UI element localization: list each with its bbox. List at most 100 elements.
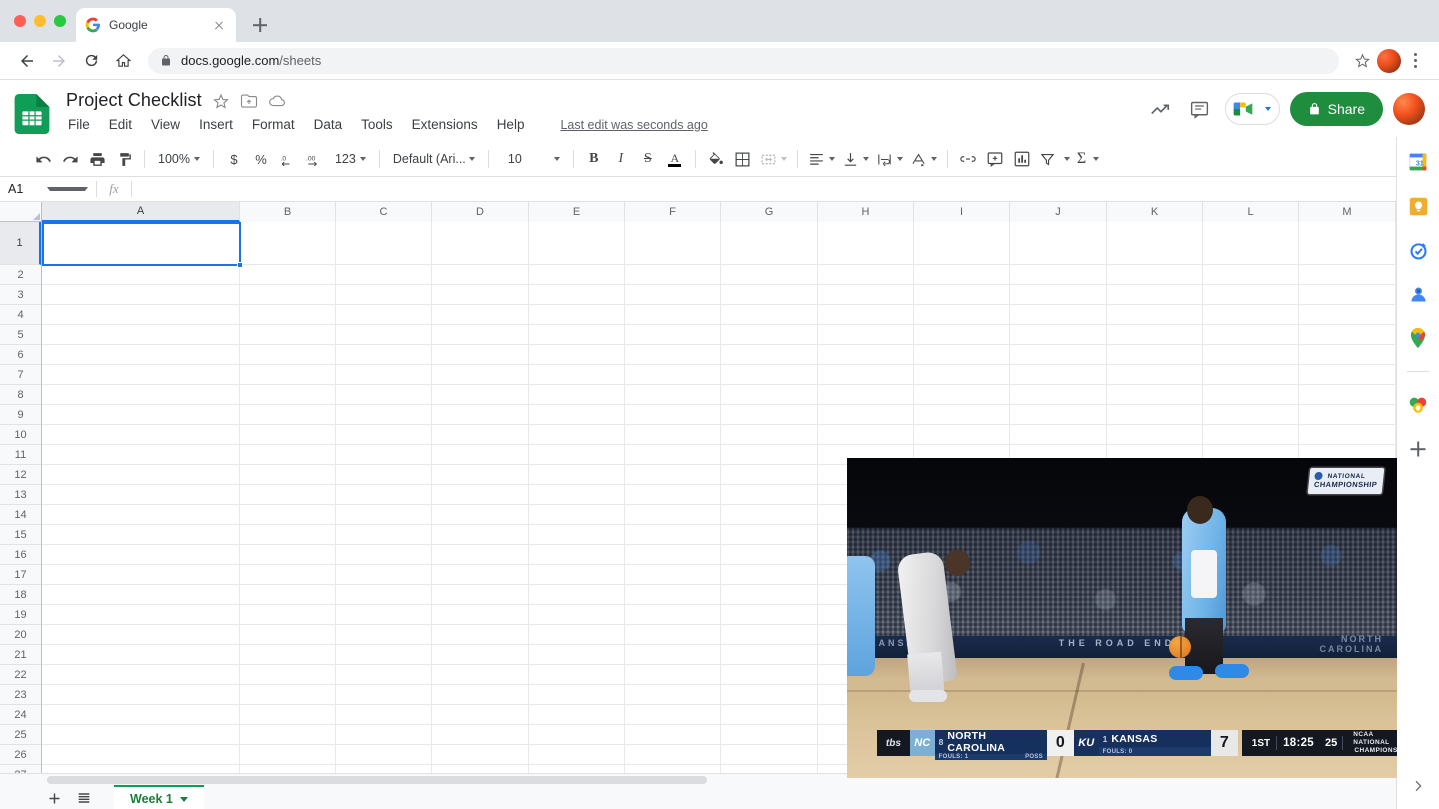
cell-E2[interactable] bbox=[529, 265, 625, 285]
cell-C6[interactable] bbox=[336, 345, 432, 365]
cell-G6[interactable] bbox=[721, 345, 818, 365]
cell-J10[interactable] bbox=[1010, 425, 1107, 445]
cell-E20[interactable] bbox=[529, 625, 625, 645]
font-family-select[interactable]: Default (Ari... bbox=[387, 146, 481, 172]
menu-format[interactable]: Format bbox=[250, 116, 297, 133]
cell-C7[interactable] bbox=[336, 365, 432, 385]
video-overlay-player[interactable]: KANSAS THE ROAD ENDS NORTHCAROLINA NATIO… bbox=[847, 458, 1397, 778]
column-header-J[interactable]: J bbox=[1010, 202, 1107, 222]
sheet-tab-week-1[interactable]: Week 1 bbox=[114, 785, 204, 809]
cell-I10[interactable] bbox=[914, 425, 1010, 445]
cell-G15[interactable] bbox=[721, 525, 818, 545]
cell-B18[interactable] bbox=[240, 585, 336, 605]
cell-F19[interactable] bbox=[625, 605, 721, 625]
cell-G27[interactable] bbox=[721, 765, 818, 773]
cell-H9[interactable] bbox=[818, 405, 914, 425]
row-header-27[interactable]: 27 bbox=[0, 765, 41, 773]
cell-H2[interactable] bbox=[818, 265, 914, 285]
google-contacts-icon[interactable] bbox=[1407, 283, 1429, 305]
cell-D20[interactable] bbox=[432, 625, 529, 645]
cell-D12[interactable] bbox=[432, 465, 529, 485]
create-filter-button[interactable] bbox=[1036, 146, 1073, 172]
number-format-button[interactable]: 123 bbox=[329, 146, 372, 172]
cell-C12[interactable] bbox=[336, 465, 432, 485]
cell-G17[interactable] bbox=[721, 565, 818, 585]
cell-B17[interactable] bbox=[240, 565, 336, 585]
cell-E25[interactable] bbox=[529, 725, 625, 745]
cell-H7[interactable] bbox=[818, 365, 914, 385]
cell-F22[interactable] bbox=[625, 665, 721, 685]
text-rotation-button[interactable] bbox=[907, 146, 940, 172]
expand-panel-icon[interactable] bbox=[1410, 778, 1426, 799]
row-header-15[interactable]: 15 bbox=[0, 525, 41, 545]
row-header-9[interactable]: 9 bbox=[0, 405, 41, 425]
row-header-8[interactable]: 8 bbox=[0, 385, 41, 405]
cell-J3[interactable] bbox=[1010, 285, 1107, 305]
cell-C22[interactable] bbox=[336, 665, 432, 685]
cell-F16[interactable] bbox=[625, 545, 721, 565]
cell-L4[interactable] bbox=[1203, 305, 1299, 325]
cell-A6[interactable] bbox=[42, 345, 240, 365]
cell-M7[interactable] bbox=[1299, 365, 1396, 385]
meet-button[interactable] bbox=[1225, 93, 1280, 125]
cell-D11[interactable] bbox=[432, 445, 529, 465]
cell-B27[interactable] bbox=[240, 765, 336, 773]
cell-G23[interactable] bbox=[721, 685, 818, 705]
row-header-13[interactable]: 13 bbox=[0, 485, 41, 505]
cell-M3[interactable] bbox=[1299, 285, 1396, 305]
cell-H4[interactable] bbox=[818, 305, 914, 325]
cell-K4[interactable] bbox=[1107, 305, 1203, 325]
cell-C14[interactable] bbox=[336, 505, 432, 525]
cell-C18[interactable] bbox=[336, 585, 432, 605]
cell-G11[interactable] bbox=[721, 445, 818, 465]
column-header-K[interactable]: K bbox=[1107, 202, 1203, 222]
row-header-3[interactable]: 3 bbox=[0, 285, 41, 305]
insert-link-button[interactable] bbox=[955, 146, 981, 172]
cell-G19[interactable] bbox=[721, 605, 818, 625]
cell-F12[interactable] bbox=[625, 465, 721, 485]
cell-L10[interactable] bbox=[1203, 425, 1299, 445]
cell-E11[interactable] bbox=[529, 445, 625, 465]
cell-A17[interactable] bbox=[42, 565, 240, 585]
cell-E27[interactable] bbox=[529, 765, 625, 773]
cell-G13[interactable] bbox=[721, 485, 818, 505]
cell-F13[interactable] bbox=[625, 485, 721, 505]
close-tab-icon[interactable] bbox=[211, 17, 227, 33]
cell-E10[interactable] bbox=[529, 425, 625, 445]
chevron-down-icon[interactable] bbox=[180, 797, 188, 802]
borders-button[interactable] bbox=[730, 146, 756, 172]
print-button[interactable] bbox=[84, 146, 110, 172]
cell-D24[interactable] bbox=[432, 705, 529, 725]
cell-B16[interactable] bbox=[240, 545, 336, 565]
cell-G1[interactable] bbox=[721, 222, 818, 265]
cell-A19[interactable] bbox=[42, 605, 240, 625]
cell-A23[interactable] bbox=[42, 685, 240, 705]
address-bar[interactable]: docs.google.com/sheets bbox=[148, 48, 1339, 74]
row-header-21[interactable]: 21 bbox=[0, 645, 41, 665]
cell-B12[interactable] bbox=[240, 465, 336, 485]
cell-A14[interactable] bbox=[42, 505, 240, 525]
cell-K3[interactable] bbox=[1107, 285, 1203, 305]
browser-tab[interactable]: Google bbox=[76, 8, 236, 42]
horizontal-align-button[interactable] bbox=[805, 146, 838, 172]
bold-button[interactable]: B bbox=[581, 146, 607, 172]
all-sheets-button[interactable] bbox=[70, 785, 98, 809]
menu-help[interactable]: Help bbox=[495, 116, 527, 133]
cell-D10[interactable] bbox=[432, 425, 529, 445]
cell-A5[interactable] bbox=[42, 325, 240, 345]
cell-A16[interactable] bbox=[42, 545, 240, 565]
cell-I6[interactable] bbox=[914, 345, 1010, 365]
cell-D27[interactable] bbox=[432, 765, 529, 773]
cell-F18[interactable] bbox=[625, 585, 721, 605]
cell-C17[interactable] bbox=[336, 565, 432, 585]
fill-color-button[interactable] bbox=[703, 146, 729, 172]
menu-file[interactable]: File bbox=[66, 116, 92, 133]
cell-I3[interactable] bbox=[914, 285, 1010, 305]
last-edit-link[interactable]: Last edit was seconds ago bbox=[560, 118, 707, 132]
cell-B9[interactable] bbox=[240, 405, 336, 425]
cloud-saved-icon[interactable] bbox=[268, 92, 286, 110]
cell-B7[interactable] bbox=[240, 365, 336, 385]
cell-F25[interactable] bbox=[625, 725, 721, 745]
cell-G24[interactable] bbox=[721, 705, 818, 725]
cell-D19[interactable] bbox=[432, 605, 529, 625]
